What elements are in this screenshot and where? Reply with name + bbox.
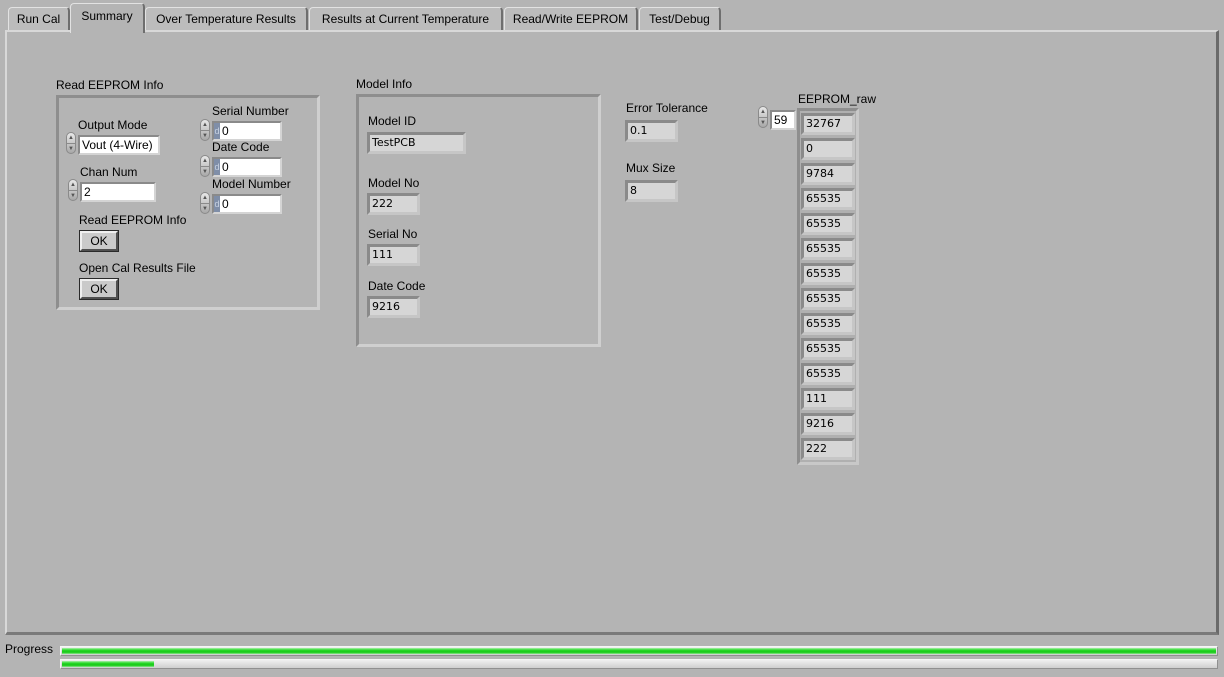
model-id-label: Model ID — [368, 114, 417, 128]
model-number-value: 0 — [222, 197, 229, 211]
tab-run-cal[interactable]: Run Cal — [8, 7, 70, 31]
serial-no-indicator: 111 — [367, 244, 420, 266]
eeprom-raw-label: EEPROM_raw — [798, 92, 877, 106]
eeprom-raw-element: 111 — [801, 388, 855, 410]
read-eeprom-info-label: Read EEPROM Info — [79, 213, 187, 227]
tab-results-current-temperature[interactable]: Results at Current Temperature — [309, 7, 503, 31]
error-tolerance-indicator: 0.1 — [625, 120, 678, 142]
eeprom-raw-element: 65535 — [801, 338, 855, 360]
eeprom-raw-array — [797, 108, 859, 465]
eeprom-raw-element: 65535 — [801, 263, 855, 285]
eeprom-raw-element: 32767 — [801, 113, 855, 135]
eeprom-raw-element: 65535 — [801, 188, 855, 210]
model-number-label: Model Number — [212, 177, 291, 191]
read-eeprom-group-title: Read EEPROM Info — [56, 78, 164, 92]
date-code-spinner[interactable]: ▲ ▼ — [200, 155, 210, 177]
radix-indicator[interactable]: d — [214, 159, 220, 175]
progress-label: Progress — [5, 642, 54, 656]
model-no-indicator: 222 — [367, 193, 420, 215]
eeprom-raw-element: 65535 — [801, 313, 855, 335]
output-mode-label: Output Mode — [78, 118, 148, 132]
radix-indicator[interactable]: d — [214, 196, 220, 212]
increment-arrow-icon[interactable]: ▲ — [201, 120, 209, 130]
date-code-input[interactable]: d0 — [212, 157, 282, 177]
eeprom-raw-index-input[interactable]: 59 — [770, 110, 796, 130]
chan-num-input[interactable]: 2 — [80, 182, 156, 202]
tab-test-debug[interactable]: Test/Debug — [639, 7, 721, 31]
decrement-arrow-icon[interactable]: ▼ — [69, 190, 77, 200]
serial-no-label: Serial No — [368, 227, 418, 241]
decrement-arrow-icon[interactable]: ▼ — [201, 203, 209, 213]
increment-arrow-icon[interactable]: ▲ — [201, 156, 209, 166]
mux-size-indicator: 8 — [625, 180, 678, 202]
eeprom-raw-element: 65535 — [801, 238, 855, 260]
tab-over-temperature-results[interactable]: Over Temperature Results — [145, 7, 308, 31]
eeprom-raw-element: 9784 — [801, 163, 855, 185]
increment-arrow-icon[interactable]: ▲ — [67, 133, 75, 143]
decrement-arrow-icon[interactable]: ▼ — [201, 166, 209, 176]
date-code-label: Date Code — [368, 279, 426, 293]
radix-indicator[interactable]: d — [214, 123, 220, 139]
decrement-arrow-icon[interactable]: ▼ — [201, 130, 209, 140]
eeprom-raw-element: 65535 — [801, 288, 855, 310]
increment-arrow-icon[interactable]: ▲ — [69, 180, 77, 190]
decrement-arrow-icon[interactable]: ▼ — [759, 117, 767, 127]
model-id-indicator: TestPCB — [367, 132, 466, 154]
progress-bar-overall — [60, 646, 1218, 656]
eeprom-raw-element: 65535 — [801, 363, 855, 385]
model-no-label: Model No — [368, 176, 420, 190]
chan-num-spinner[interactable]: ▲ ▼ — [68, 179, 78, 201]
increment-arrow-icon[interactable]: ▲ — [201, 193, 209, 203]
serial-number-input[interactable]: d0 — [212, 121, 282, 141]
serial-number-label: Serial Number — [212, 104, 289, 118]
model-info-group-title: Model Info — [356, 77, 413, 91]
eeprom-raw-element: 222 — [801, 438, 855, 460]
eeprom-raw-element: 65535 — [801, 213, 855, 235]
date-code-value: 0 — [222, 160, 229, 174]
open-cal-results-ok-button[interactable]: OK — [79, 278, 119, 300]
serial-number-value: 0 — [222, 124, 229, 138]
error-tolerance-label: Error Tolerance — [626, 101, 708, 115]
model-number-input[interactable]: d0 — [212, 194, 282, 214]
increment-arrow-icon[interactable]: ▲ — [759, 107, 767, 117]
eeprom-raw-element: 0 — [801, 138, 855, 160]
progress-bar-step — [60, 659, 1218, 669]
progress-fill-step — [62, 661, 154, 667]
date-code-indicator: 9216 — [367, 296, 420, 318]
open-cal-results-label: Open Cal Results File — [79, 261, 196, 275]
progress-fill-overall — [62, 648, 1216, 654]
output-mode-ring[interactable]: Vout (4-Wire) — [78, 135, 160, 155]
chan-num-label: Chan Num — [80, 165, 138, 179]
tab-summary[interactable]: Summary — [70, 3, 145, 33]
output-mode-spinner[interactable]: ▲ ▼ — [66, 132, 76, 154]
decrement-arrow-icon[interactable]: ▼ — [67, 143, 75, 153]
eeprom-raw-element: 9216 — [801, 413, 855, 435]
read-eeprom-ok-button[interactable]: OK — [79, 230, 119, 252]
mux-size-label: Mux Size — [626, 161, 676, 175]
tab-read-write-eeprom[interactable]: Read/Write EEPROM — [504, 7, 638, 31]
serial-number-spinner[interactable]: ▲ ▼ — [200, 119, 210, 141]
date-code-label: Date Code — [212, 140, 270, 154]
model-number-spinner[interactable]: ▲ ▼ — [200, 192, 210, 214]
eeprom-raw-index-spinner[interactable]: ▲ ▼ — [758, 106, 768, 128]
